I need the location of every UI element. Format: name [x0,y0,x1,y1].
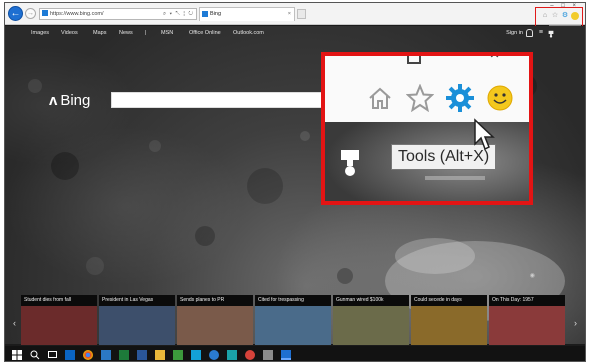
browser-toolbar: ← → https://www.bing.com/ ⌕ ▾ ↖ ¦ ↻ Bing… [5,3,585,25]
skype-icon[interactable] [191,349,201,360]
nav-videos[interactable]: Videos [61,30,78,36]
ppt-icon[interactable] [173,349,183,360]
rewards-trophy-icon[interactable] [547,30,555,38]
mouse-cursor-icon [474,118,495,151]
zoom-callout: ⌃ Tools (Alt+X) [321,52,533,205]
zoom-icons [365,83,515,113]
bing-logo-text: Bing [60,92,91,109]
file-explorer-icon[interactable] [101,349,111,360]
excel-icon[interactable] [119,349,129,360]
news-image [489,306,565,345]
camera-icon[interactable]: ◉ [530,272,535,279]
sign-in-link[interactable]: Sign in [506,30,523,36]
star-icon[interactable] [405,83,435,113]
screen: ← → https://www.bing.com/ ⌕ ▾ ↖ ¦ ↻ Bing… [4,2,586,362]
network-icon[interactable] [263,349,273,360]
folder-icon[interactable] [155,349,165,360]
news-image [411,306,487,345]
taskbar [5,346,585,361]
outlook-icon[interactable] [65,349,75,360]
address-url: https://www.bing.com/ [50,11,104,17]
news-prev-button[interactable]: ‹ [13,318,16,328]
nav-outlook[interactable]: Outlook.com [233,30,264,36]
arrow-left-icon: ← [10,8,21,19]
search-icon[interactable] [30,350,40,360]
app-icon[interactable] [227,349,237,360]
nav-office-online[interactable]: Office Online [189,30,221,36]
zoom-toolbar: ⌃ [325,56,529,122]
home-icon[interactable] [365,83,395,113]
nav-msn[interactable]: MSN [161,30,173,36]
news-next-button[interactable]: › [574,318,577,328]
tab-close-icon[interactable]: × [288,8,291,21]
restore-window-icon [407,56,421,64]
rewards-trophy-icon[interactable] [337,148,363,178]
address-bar[interactable]: https://www.bing.com/ ⌕ ▾ ↖ ¦ ↻ [39,8,197,20]
background-smear [425,176,485,180]
nav-separator: | [145,30,147,36]
gear-icon[interactable] [445,83,475,113]
news-card[interactable]: On This Day: 1957 [489,295,565,345]
bing-logo-icon: ᴧ [49,92,58,109]
address-tools[interactable]: ⌕ ▾ ↖ ¦ ↻ [163,9,194,19]
back-button[interactable]: ← [8,6,23,21]
smiley-icon[interactable] [485,83,515,113]
paint-icon[interactable] [245,349,255,360]
forward-button[interactable]: → [25,8,36,19]
news-image [333,306,409,345]
news-card[interactable]: Could secede in days [411,295,487,345]
chevron-up-icon: ⌃ [487,52,503,70]
bing-favicon-icon [42,10,48,16]
news-card[interactable]: Sends planes to PR [177,295,253,345]
new-tab-button[interactable] [297,9,306,19]
word-icon[interactable] [137,349,147,360]
tab-title: Bing [210,11,222,17]
user-icon[interactable] [526,29,533,37]
teams-icon[interactable] [209,349,219,360]
edge-icon[interactable] [281,349,291,360]
nav-images[interactable]: Images [31,30,49,36]
news-card[interactable]: Cited for trespassing [255,295,331,345]
chrome-icon[interactable] [83,349,93,360]
tab-bing[interactable]: Bing × [199,7,295,21]
task-view-icon[interactable] [48,351,57,358]
news-carousel: Student dies from fall President in Las … [21,295,571,345]
nav-maps[interactable]: Maps [93,30,106,36]
bing-nav: Images Videos Maps News | MSN Office Onl… [5,26,585,42]
search-input[interactable] [111,92,341,108]
news-card[interactable]: Student dies from fall [21,295,97,345]
news-card[interactable]: Gunman wired $100k [333,295,409,345]
menu-icon[interactable]: ≡ [539,29,543,36]
news-image [99,306,175,345]
bing-favicon-icon [202,11,208,17]
news-image [177,306,253,345]
windows-icon[interactable] [12,349,22,360]
bing-logo: ᴧ Bing [49,92,90,109]
arrow-right-icon: → [27,10,34,17]
news-image [255,306,331,345]
news-card[interactable]: President in Las Vegas [99,295,175,345]
news-image [21,306,97,345]
nav-news[interactable]: News [119,30,133,36]
